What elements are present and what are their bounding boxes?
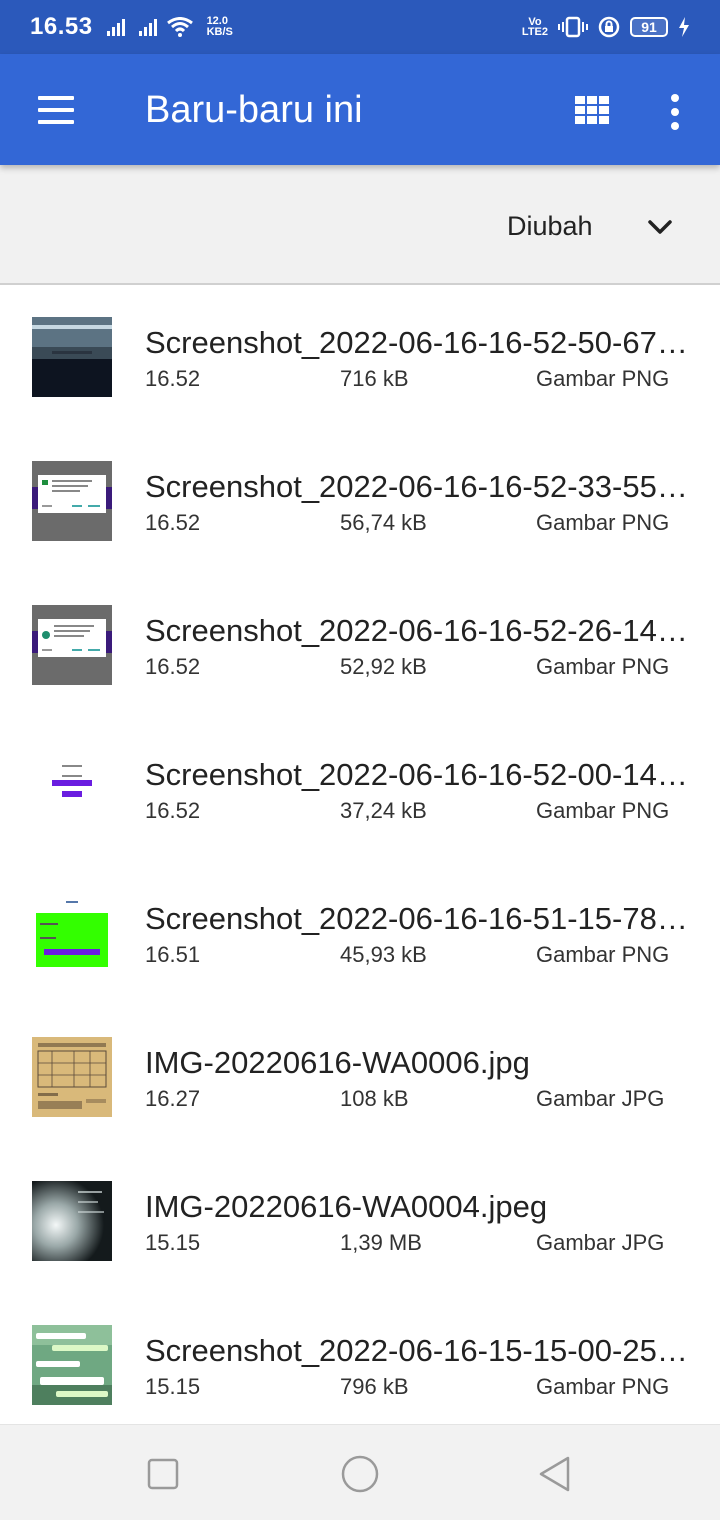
file-size: 796 kB [340,1374,409,1399]
lock-rotation-icon [598,16,620,38]
volte-indicator: Vo LTE2 [521,17,548,38]
status-bar: 16.53 12.0 KB/S Vo LTE2 91 [0,0,720,54]
file-size: 108 kB [340,1086,409,1111]
page-title: Baru-baru ini [145,89,363,131]
file-name: Screenshot_2022-06-16-16-51-15-78… [145,901,688,936]
file-row[interactable]: Screenshot_2022-06-16-16-52-50-67… 16.52… [0,287,720,431]
file-type: Gambar JPG [536,1230,665,1255]
file-row[interactable]: Screenshot_2022-06-16-16-51-15-78… 16.51… [0,863,720,1007]
circle-home-icon[interactable] [335,1449,385,1499]
app-bar: Baru-baru ini [0,54,720,165]
file-size: 1,39 MB [340,1230,422,1255]
charging-icon [679,17,689,37]
file-type: Gambar PNG [536,510,670,535]
file-thumbnail [32,605,112,685]
file-thumbnail [32,1181,112,1261]
file-type: Gambar PNG [536,366,670,391]
system-navigation-bar [0,1424,720,1520]
chevron-down-icon [648,220,672,234]
file-name: Screenshot_2022-06-16-15-15-00-25… [145,1333,688,1368]
file-row[interactable]: IMG-20220616-WA0004.jpeg 15.15 1,39 MB G… [0,1151,720,1295]
file-thumbnail [32,317,112,397]
file-type: Gambar JPG [536,1086,665,1111]
file-name: IMG-20220616-WA0006.jpg [145,1045,530,1080]
file-size: 52,92 kB [340,654,427,679]
file-type: Gambar PNG [536,1374,670,1399]
file-type: Gambar PNG [536,942,670,967]
file-row[interactable]: IMG-20220616-WA0006.jpg 16.27 108 kB Gam… [0,1007,720,1151]
sort-label: Diubah [507,210,593,241]
file-name: Screenshot_2022-06-16-16-52-50-67… [145,325,688,360]
file-time: 16.52 [145,366,201,391]
file-thumbnail [32,1037,112,1117]
triangle-back-icon[interactable] [530,1449,580,1499]
file-row[interactable]: Screenshot_2022-06-16-15-15-00-25… 15.15… [0,1295,720,1424]
grid-view-icon[interactable] [568,88,616,136]
sort-bar: Diubah [0,165,720,285]
file-time: 16.52 [145,510,201,535]
file-type: Gambar PNG [536,798,670,823]
wifi-icon [166,17,193,37]
more-vert-icon[interactable] [654,88,698,136]
battery-indicator: 91 [630,17,668,37]
signal-sim1-icon [106,18,125,36]
square-recent-apps-icon[interactable] [138,1449,188,1499]
file-size: 716 kB [340,366,409,391]
file-row[interactable]: Screenshot_2022-06-16-16-52-26-14… 16.52… [0,575,720,719]
file-thumbnail [32,1325,112,1405]
file-type: Gambar PNG [536,654,670,679]
file-size: 45,93 kB [340,942,427,967]
file-time: 15.15 [145,1230,201,1255]
network-speed-unit: KB/S [206,26,233,38]
signal-sim2-icon [138,18,157,36]
network-speed: 12.0 KB/S [207,16,233,38]
vibrate-icon [558,16,588,38]
file-time: 16.52 [145,798,201,823]
file-name: IMG-20220616-WA0004.jpeg [145,1189,548,1224]
file-time: 16.51 [145,942,201,967]
volte-bottom: LTE2 [521,26,548,38]
file-name: Screenshot_2022-06-16-16-52-00-14… [145,757,688,792]
file-size: 37,24 kB [340,798,427,823]
file-thumbnail [32,461,112,541]
file-thumbnail [32,749,112,829]
file-row[interactable]: Screenshot_2022-06-16-16-52-00-14… 16.52… [0,719,720,863]
file-name: Screenshot_2022-06-16-16-52-26-14… [145,613,688,648]
file-time: 16.52 [145,654,201,679]
hamburger-menu-icon[interactable] [28,86,84,134]
file-thumbnail [32,893,112,973]
file-list: Screenshot_2022-06-16-16-52-50-67… 16.52… [0,287,720,1424]
file-name: Screenshot_2022-06-16-16-52-33-55… [145,469,688,504]
file-time: 15.15 [145,1374,201,1399]
file-row[interactable]: Screenshot_2022-06-16-16-52-33-55… 16.52… [0,431,720,575]
file-size: 56,74 kB [340,510,427,535]
sort-dropdown[interactable]: Diubah [490,203,690,249]
file-time: 16.27 [145,1086,201,1111]
status-time: 16.53 [30,13,93,40]
